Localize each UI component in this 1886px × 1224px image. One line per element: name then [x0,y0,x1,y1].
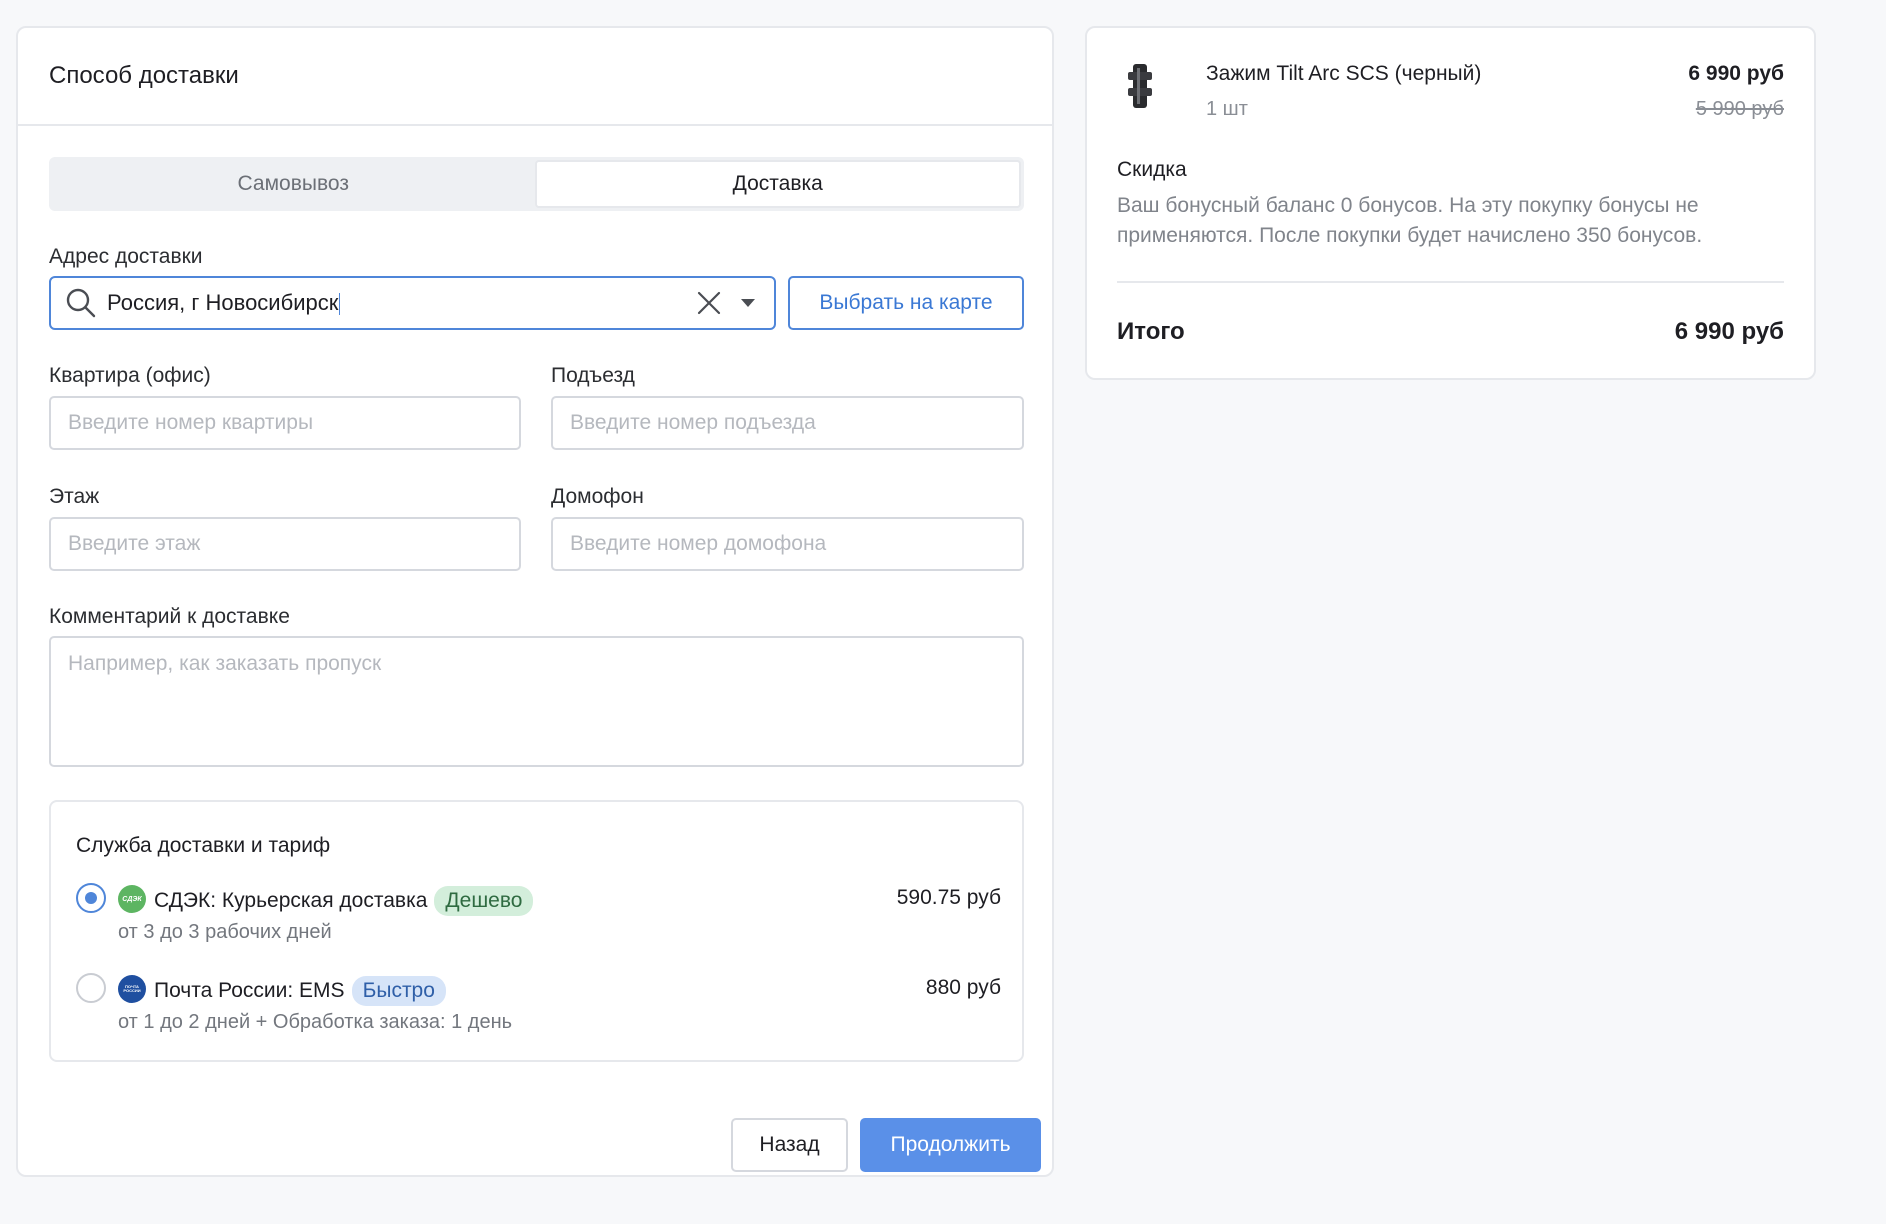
product-old-price: 5 990 руб [1695,98,1784,120]
delivery-title: Способ доставки [18,28,1052,126]
search-icon [65,287,97,319]
order-summary-card: Зажим Tilt Arc SCS (черный) 1 шт 6 990 р… [1085,26,1816,380]
address-value: Россия, г Новосибирск [107,290,339,315]
delivery-services-box: Служба доставки и тариф СДЭК СДЭК: Курье… [49,800,1024,1062]
badge-cheap: Дешево [434,886,534,916]
clear-icon[interactable] [696,290,722,316]
service-name-russian-post: Почта России: EMS [154,979,345,1002]
address-label: Адрес доставки [49,245,203,268]
service-term-russian-post: от 1 до 2 дней + Обработка заказа: 1 ден… [118,1011,513,1033]
total-label: Итого [1117,318,1185,345]
delivery-method-switch: Самовывоз Доставка [49,157,1024,211]
radio-cdek[interactable] [76,883,106,913]
delivery-card: Способ доставки Самовывоз Доставка Адрес… [16,26,1054,1177]
service-price-cdek: 590.75 руб [896,886,1001,909]
service-option-russian-post[interactable]: ПОЧТА РОССИИ Почта России: EMS Быстро 88… [76,970,1001,1033]
product-thumbnail [1117,58,1163,112]
product-name: Зажим Tilt Arc SCS (черный) [1206,62,1482,85]
floor-input[interactable]: Введите этаж [49,517,521,571]
tab-delivery[interactable]: Доставка [534,160,1021,208]
product-quantity: 1 шт [1206,98,1248,120]
entrance-label: Подъезд [551,364,635,387]
russian-post-logo-icon: ПОЧТА РОССИИ [118,975,146,1003]
radio-russian-post[interactable] [76,973,106,1003]
choose-on-map-button[interactable]: Выбрать на карте [788,276,1024,330]
chevron-down-icon[interactable] [740,298,756,308]
service-option-cdek[interactable]: СДЭК СДЭК: Курьерская доставка Дешево 59… [76,880,1001,943]
text-caret [339,293,341,316]
tab-pickup[interactable]: Самовывоз [52,160,535,208]
cdek-logo-icon: СДЭК [118,885,146,913]
floor-label: Этаж [49,485,100,508]
discount-text: Ваш бонусный баланс 0 бонусов. На эту по… [1117,194,1703,247]
apartment-input[interactable]: Введите номер квартиры [49,396,521,450]
product-price: 6 990 руб [1688,62,1784,85]
back-button[interactable]: Назад [731,1118,848,1172]
address-input[interactable]: Россия, г Новосибирск [49,276,776,330]
entrance-input[interactable]: Введите номер подъезда [551,396,1024,450]
continue-button[interactable]: Продолжить [860,1118,1041,1172]
discount-title: Скидка [1117,158,1187,181]
badge-fast: Быстро [351,976,446,1006]
apartment-label: Квартира (офис) [49,364,211,387]
intercom-input[interactable]: Введите номер домофона [551,517,1024,571]
total-value: 6 990 руб [1674,318,1784,345]
comment-label: Комментарий к доставке [49,605,290,628]
service-price-russian-post: 880 руб [925,976,1001,999]
service-term-cdek: от 3 до 3 рабочих дней [118,921,332,943]
services-title: Служба доставки и тариф [76,834,331,857]
service-name-cdek: СДЭК: Курьерская доставка [154,889,428,912]
divider [1117,281,1784,283]
intercom-label: Домофон [551,485,644,508]
comment-textarea[interactable]: Например, как заказать пропуск [49,636,1024,767]
